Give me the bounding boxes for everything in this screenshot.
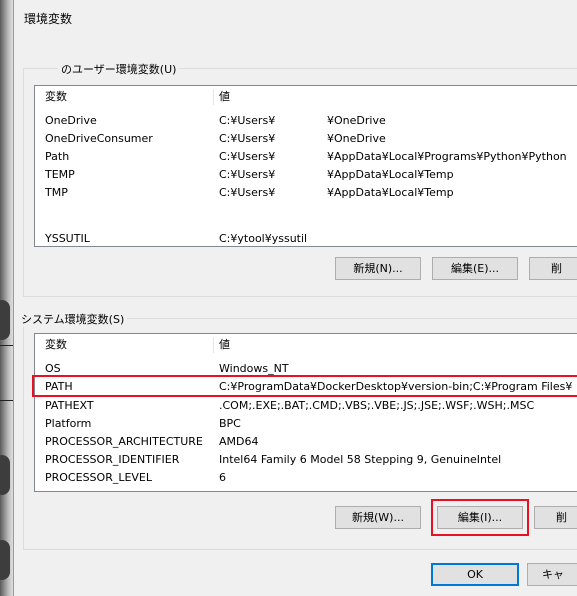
variable-value-suffix: ¥OneDrive (327, 132, 386, 145)
background-shape (0, 540, 10, 580)
column-header-variable[interactable]: 変数 (45, 334, 67, 356)
cancel-button[interactable]: キャ (527, 563, 577, 586)
dialog-title: 環境変数 (24, 12, 73, 26)
column-header-value[interactable]: 値 (219, 334, 230, 356)
user-new-button[interactable]: 新規(N)... (335, 257, 421, 280)
background-shape (0, 455, 10, 495)
variable-value-suffix: ¥AppData¥Local¥Temp (327, 186, 454, 199)
variable-name: YSSUTIL (45, 232, 90, 245)
variable-name: OneDriveConsumer (45, 132, 153, 145)
variable-name: PROCESSOR_LEVEL (45, 471, 153, 484)
table-row[interactable]: TMP C:¥Users¥ ¥AppData¥Local¥Temp (35, 185, 577, 201)
user-variables-list[interactable]: 変数 値 OneDrive C:¥Users¥ ¥OneDrive OneDri… (34, 85, 577, 247)
variable-name: PROCESSOR_ARCHITECTURE (45, 435, 203, 448)
system-variables-list[interactable]: 変数 値 OS Windows_NT PATH C:¥ProgramData¥D… (34, 333, 577, 492)
table-row[interactable]: Platform BPC (35, 416, 577, 432)
table-row[interactable]: PROCESSOR_ARCHITECTURE AMD64 (35, 434, 577, 450)
table-row[interactable]: Path C:¥Users¥ ¥AppData¥Local¥Programs¥P… (35, 149, 577, 165)
system-delete-button[interactable]: 削 (534, 506, 577, 529)
variable-value: .COM;.EXE;.BAT;.CMD;.VBS;.VBE;.JS;.JSE;.… (219, 399, 535, 412)
system-variables-label: システム環境変数(S) (18, 311, 128, 327)
table-row[interactable]: OneDriveConsumer C:¥Users¥ ¥OneDrive (35, 131, 577, 147)
variable-value: C:¥Users¥ (219, 168, 276, 181)
user-variables-label: のユーザー環境変数(U) (58, 61, 180, 77)
variable-name: TEMP (45, 168, 75, 181)
variable-name: Path (45, 150, 70, 163)
list-header: 変数 値 (35, 86, 577, 108)
variable-value-suffix: ¥OneDrive (327, 114, 386, 127)
variable-value: C:¥Users¥ (219, 132, 276, 145)
table-row[interactable]: PROCESSOR_IDENTIFIER Intel64 Family 6 Mo… (35, 452, 577, 468)
column-header-variable[interactable]: 変数 (45, 86, 67, 108)
variable-value: AMD64 (219, 435, 259, 448)
background-shape (0, 300, 10, 340)
edit-button-highlight (431, 499, 529, 536)
variable-value: 6 (219, 471, 226, 484)
list-header: 変数 値 (35, 334, 577, 356)
variable-name: OneDrive (45, 114, 97, 127)
background-line (0, 345, 13, 346)
column-divider[interactable] (213, 337, 214, 353)
system-new-button[interactable]: 新規(W)... (335, 506, 421, 529)
column-header-value[interactable]: 値 (219, 86, 230, 108)
table-row[interactable]: TEMP C:¥Users¥ ¥AppData¥Local¥Temp (35, 167, 577, 183)
user-delete-button[interactable]: 削 (529, 257, 577, 280)
variable-value: Intel64 Family 6 Model 58 Stepping 9, Ge… (219, 453, 502, 466)
variable-name: PATHEXT (45, 399, 94, 412)
path-row-highlight (32, 375, 577, 397)
variable-name: TMP (45, 186, 68, 199)
variable-value-suffix: ¥AppData¥Local¥Temp (327, 168, 454, 181)
ok-button[interactable]: OK (431, 563, 519, 586)
table-row[interactable]: OneDrive C:¥Users¥ ¥OneDrive (35, 113, 577, 129)
variable-value: C:¥ytool¥yssutil (219, 232, 308, 245)
variable-name: Platform (45, 417, 92, 430)
environment-variables-dialog: 環境変数 のユーザー環境変数(U) 変数 値 OneDrive C:¥Users… (13, 0, 577, 596)
table-row[interactable]: PATHEXT .COM;.EXE;.BAT;.CMD;.VBS;.VBE;.J… (35, 398, 577, 414)
table-row[interactable]: PROCESSOR_LEVEL 6 (35, 470, 577, 486)
column-divider[interactable] (213, 89, 214, 105)
variable-value: BPC (219, 417, 241, 430)
variable-value-suffix: ¥AppData¥Local¥Programs¥Python¥Python (327, 150, 567, 163)
variable-value: C:¥Users¥ (219, 114, 276, 127)
variable-value: C:¥Users¥ (219, 186, 276, 199)
user-edit-button[interactable]: 編集(E)... (432, 257, 518, 280)
background-line (0, 400, 13, 401)
variable-name: PROCESSOR_IDENTIFIER (45, 453, 180, 466)
variable-value: C:¥Users¥ (219, 150, 276, 163)
table-row[interactable]: YSSUTIL C:¥ytool¥yssutil (35, 231, 577, 246)
background-window-edge (0, 0, 13, 596)
